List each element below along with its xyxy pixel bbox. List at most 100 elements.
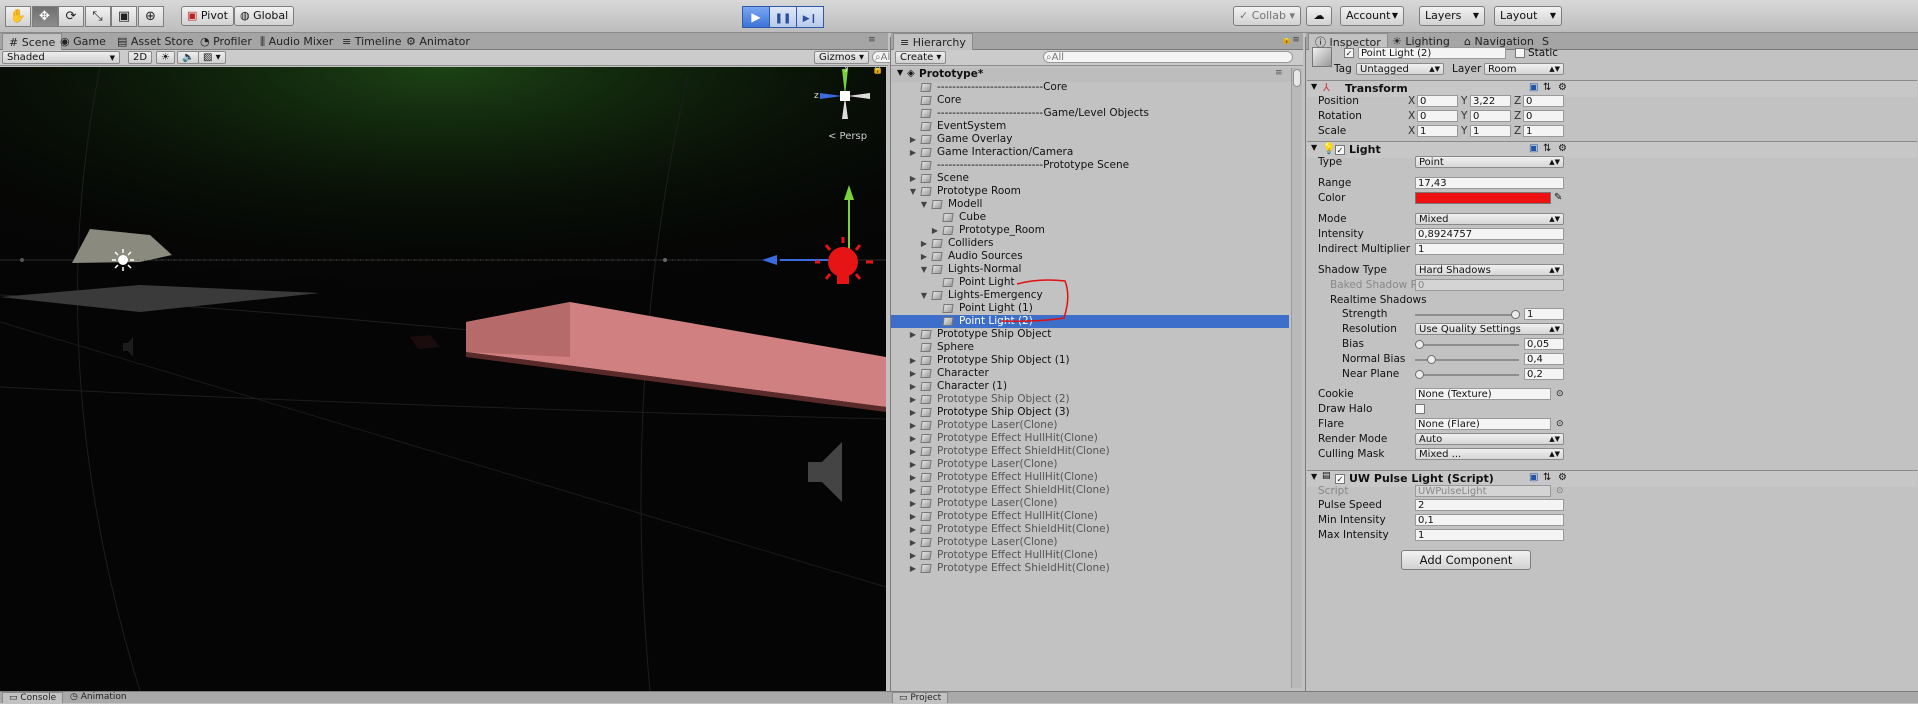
rotate-tool-button[interactable]: ⟳: [58, 6, 84, 27]
hierarchy-row[interactable]: ----------------------------Prototype Sc…: [891, 159, 1289, 172]
tab-profiler[interactable]: ◔ Profiler: [194, 33, 258, 50]
fold-arrow-icon[interactable]: ▶: [909, 523, 917, 536]
hierarchy-search-input[interactable]: ⌕All: [1043, 51, 1293, 63]
slider-knob[interactable]: [1415, 340, 1424, 349]
fold-arrow-icon[interactable]: ▶: [909, 536, 917, 549]
account-dropdown[interactable]: Account ▼: [1340, 6, 1404, 26]
slider-knob[interactable]: [1511, 310, 1520, 319]
culling-value-dropdown[interactable]: Mixed ... ▲▼: [1415, 448, 1564, 460]
normal-bias-value-field[interactable]: 0,4: [1524, 353, 1564, 365]
hierarchy-row[interactable]: ▶ Prototype Laser(Clone): [891, 458, 1289, 471]
directional-light-icon[interactable]: [112, 249, 134, 271]
fold-arrow-icon[interactable]: ▶: [909, 471, 917, 484]
2d-toggle[interactable]: 2D: [128, 51, 153, 64]
hierarchy-row[interactable]: Point Light: [891, 276, 1289, 289]
render-mode-value-dropdown[interactable]: Auto ▲▼: [1415, 433, 1564, 445]
fold-arrow-icon[interactable]: ▶: [909, 432, 917, 445]
pivot-toggle[interactable]: ▣ Pivot: [181, 6, 234, 26]
position-z-field[interactable]: 0: [1523, 95, 1564, 107]
hierarchy-row[interactable]: ▶ Prototype Effect HullHit(Clone): [891, 432, 1289, 445]
fold-arrow-icon[interactable]: ▼: [1311, 472, 1317, 481]
global-toggle[interactable]: ◍ Global: [234, 6, 295, 26]
layout-dropdown[interactable]: Layout ▼: [1494, 6, 1562, 26]
hierarchy-row[interactable]: Cube: [891, 211, 1289, 224]
slider-knob[interactable]: [1427, 355, 1437, 364]
tab-audio-mixer[interactable]: ⫼ Audio Mixer: [254, 33, 339, 50]
hierarchy-row[interactable]: ▶ Prototype Effect HullHit(Clone): [891, 471, 1289, 484]
scrollbar-thumb[interactable]: [1293, 69, 1301, 87]
preset-icon[interactable]: ⇅: [1543, 82, 1551, 93]
indirect-value-field[interactable]: 1: [1415, 243, 1564, 255]
create-dropdown[interactable]: Create ▾: [895, 51, 947, 64]
hierarchy-row[interactable]: ----------------------------Core: [891, 81, 1289, 94]
hierarchy-row[interactable]: Sphere: [891, 341, 1289, 354]
hierarchy-row[interactable]: ▶ Character (1): [891, 380, 1289, 393]
tab-project[interactable]: ▭ Project: [892, 692, 949, 703]
rotation-x-field[interactable]: 0: [1417, 110, 1458, 122]
object-picker-icon[interactable]: ⊙: [1556, 387, 1564, 401]
hierarchy-scrollbar[interactable]: [1291, 68, 1302, 688]
hierarchy-row[interactable]: ▼ Modell: [891, 198, 1289, 211]
fold-arrow-icon[interactable]: ▶: [931, 224, 939, 237]
hierarchy-row[interactable]: Point Light (1): [891, 302, 1289, 315]
fold-arrow-icon[interactable]: ▶: [909, 562, 917, 575]
script-enabled-checkbox[interactable]: ✓: [1335, 474, 1345, 484]
preset-icon[interactable]: ⇅: [1543, 143, 1551, 154]
tab-asset-store[interactable]: ▤ Asset Store: [111, 33, 200, 50]
tab-animation[interactable]: ◷ Animation: [64, 692, 133, 703]
tab-hierarchy[interactable]: ≡ Hierarchy: [893, 33, 973, 50]
type-value-dropdown[interactable]: Point ▲▼: [1415, 156, 1564, 168]
layers-dropdown[interactable]: Layers ▼: [1419, 6, 1485, 26]
fold-arrow-icon[interactable]: ▶: [909, 328, 917, 341]
min-field[interactable]: 0,1: [1415, 514, 1564, 526]
rotation-z-field[interactable]: 0: [1523, 110, 1564, 122]
add-component-button[interactable]: Add Component: [1401, 550, 1531, 570]
play-button[interactable]: ▶: [742, 6, 770, 28]
persp-label[interactable]: < Persp: [828, 131, 867, 142]
hierarchy-row[interactable]: ▶ Prototype Ship Object: [891, 328, 1289, 341]
hierarchy-row[interactable]: ▶ Game Overlay: [891, 133, 1289, 146]
hierarchy-row[interactable]: ▶ Prototype Effect HullHit(Clone): [891, 549, 1289, 562]
move-tool-button[interactable]: ✥: [31, 6, 58, 27]
scene-view[interactable]: y z < Persp 🔒: [0, 67, 886, 691]
fold-arrow-icon[interactable]: ▼: [920, 198, 928, 211]
gear-icon[interactable]: ⚙: [1558, 472, 1567, 483]
shading-mode-dropdown[interactable]: Shaded ▼: [2, 51, 120, 64]
scale-y-field[interactable]: 1: [1470, 125, 1511, 137]
position-y-field[interactable]: 3,22: [1470, 95, 1511, 107]
hierarchy-row[interactable]: ▶ Prototype Ship Object (1): [891, 354, 1289, 367]
hierarchy-row[interactable]: Point Light (2): [891, 315, 1289, 328]
resolution-value-dropdown[interactable]: Use Quality Settings ▲▼: [1415, 323, 1564, 335]
shadow-type-value-dropdown[interactable]: Hard Shadows ▲▼: [1415, 264, 1564, 276]
fold-arrow-icon[interactable]: ▶: [909, 497, 917, 510]
fold-arrow-icon[interactable]: ▼: [920, 289, 928, 302]
gizmos-dropdown[interactable]: Gizmos ▾: [814, 51, 870, 64]
fold-arrow-icon[interactable]: ▶: [909, 380, 917, 393]
collab-dropdown[interactable]: ✓ Collab ▾: [1233, 6, 1301, 26]
hierarchy-row[interactable]: ▶ Prototype Effect ShieldHit(Clone): [891, 484, 1289, 497]
fold-arrow-icon[interactable]: ▼: [1311, 82, 1317, 91]
light-header[interactable]: ▼ 💡 ✓ Light ▣ ⇅ ⚙: [1307, 141, 1917, 158]
tab-console[interactable]: ▭ Console: [2, 692, 64, 703]
fold-arrow-icon[interactable]: ▶: [909, 393, 917, 406]
help-icon[interactable]: ▣: [1529, 82, 1538, 93]
active-checkbox[interactable]: ✓: [1344, 48, 1354, 58]
hierarchy-row[interactable]: ▶ Prototype Effect ShieldHit(Clone): [891, 523, 1289, 536]
fold-arrow-icon[interactable]: ▶: [909, 458, 917, 471]
hierarchy-row[interactable]: ▶ Scene: [891, 172, 1289, 185]
hierarchy-row[interactable]: ▶ Colliders: [891, 237, 1289, 250]
speed-field[interactable]: 2: [1415, 499, 1564, 511]
bias-value-slider[interactable]: [1415, 337, 1519, 351]
range-value-field[interactable]: 17,43: [1415, 177, 1564, 189]
panel-menu-icon[interactable]: 🔒≡: [1281, 35, 1300, 45]
hierarchy-row[interactable]: ▶ Character: [891, 367, 1289, 380]
hierarchy-row[interactable]: ▶ Audio Sources: [891, 250, 1289, 263]
fold-arrow-icon[interactable]: ▶: [920, 250, 928, 263]
strength-value-slider[interactable]: [1415, 307, 1520, 321]
fold-arrow-icon[interactable]: ▶: [920, 237, 928, 250]
pause-button[interactable]: ❚❚: [769, 6, 797, 28]
hierarchy-row[interactable]: ▶ Prototype_Room: [891, 224, 1289, 237]
hierarchy-row[interactable]: ▼ Prototype Room: [891, 185, 1289, 198]
mode-value-dropdown[interactable]: Mixed ▲▼: [1415, 213, 1564, 225]
scale-x-field[interactable]: 1: [1417, 125, 1458, 137]
